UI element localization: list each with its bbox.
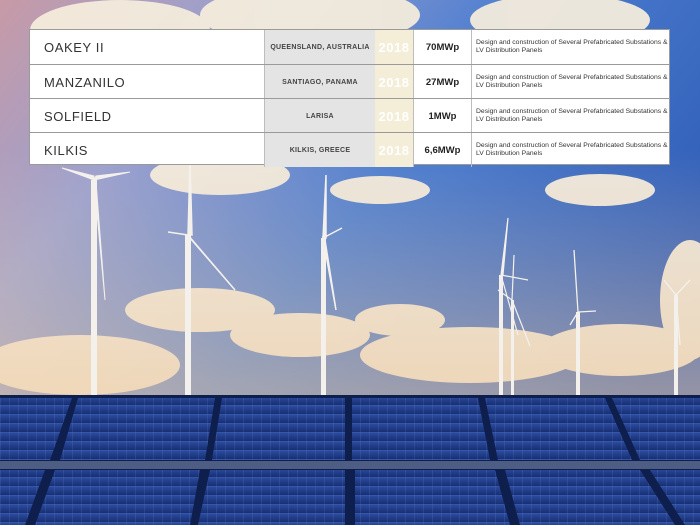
project-power: 27MWp <box>413 65 472 99</box>
project-description: Design and construction of Several Prefa… <box>476 39 668 54</box>
project-description: Design and construction of Several Prefa… <box>476 142 668 157</box>
solar-panel-array <box>0 395 700 525</box>
project-power: 70MWp <box>413 30 472 64</box>
project-year: 2018 <box>375 133 413 167</box>
project-row: OAKEY II QUEENSLAND, AUSTRALIA 2018 70MW… <box>30 30 669 64</box>
project-year: 2018 <box>375 30 413 64</box>
project-name: SOLFIELD <box>30 99 265 133</box>
project-row: SOLFIELD LARISA 2018 1MWp Design and con… <box>30 98 669 133</box>
project-location: SANTIAGO, PANAMA <box>265 65 375 99</box>
project-year: 2018 <box>375 65 413 99</box>
project-name: KILKIS <box>30 133 265 167</box>
project-name: MANZANILO <box>30 65 265 99</box>
project-location: KILKIS, GREECE <box>265 133 375 167</box>
projects-table: OAKEY II QUEENSLAND, AUSTRALIA 2018 70MW… <box>29 29 670 167</box>
project-row: KILKIS KILKIS, GREECE 2018 6,6MWp Design… <box>30 132 669 167</box>
project-power: 1MWp <box>413 99 472 133</box>
project-year: 2018 <box>375 99 413 133</box>
project-row: MANZANILO SANTIAGO, PANAMA 2018 27MWp De… <box>30 64 669 99</box>
project-location: QUEENSLAND, AUSTRALIA <box>265 30 375 64</box>
project-name: OAKEY II <box>30 30 265 64</box>
project-location: LARISA <box>265 99 375 133</box>
project-description: Design and construction of Several Prefa… <box>476 74 668 89</box>
project-description: Design and construction of Several Prefa… <box>476 108 668 123</box>
project-power: 6,6MWp <box>413 133 472 167</box>
